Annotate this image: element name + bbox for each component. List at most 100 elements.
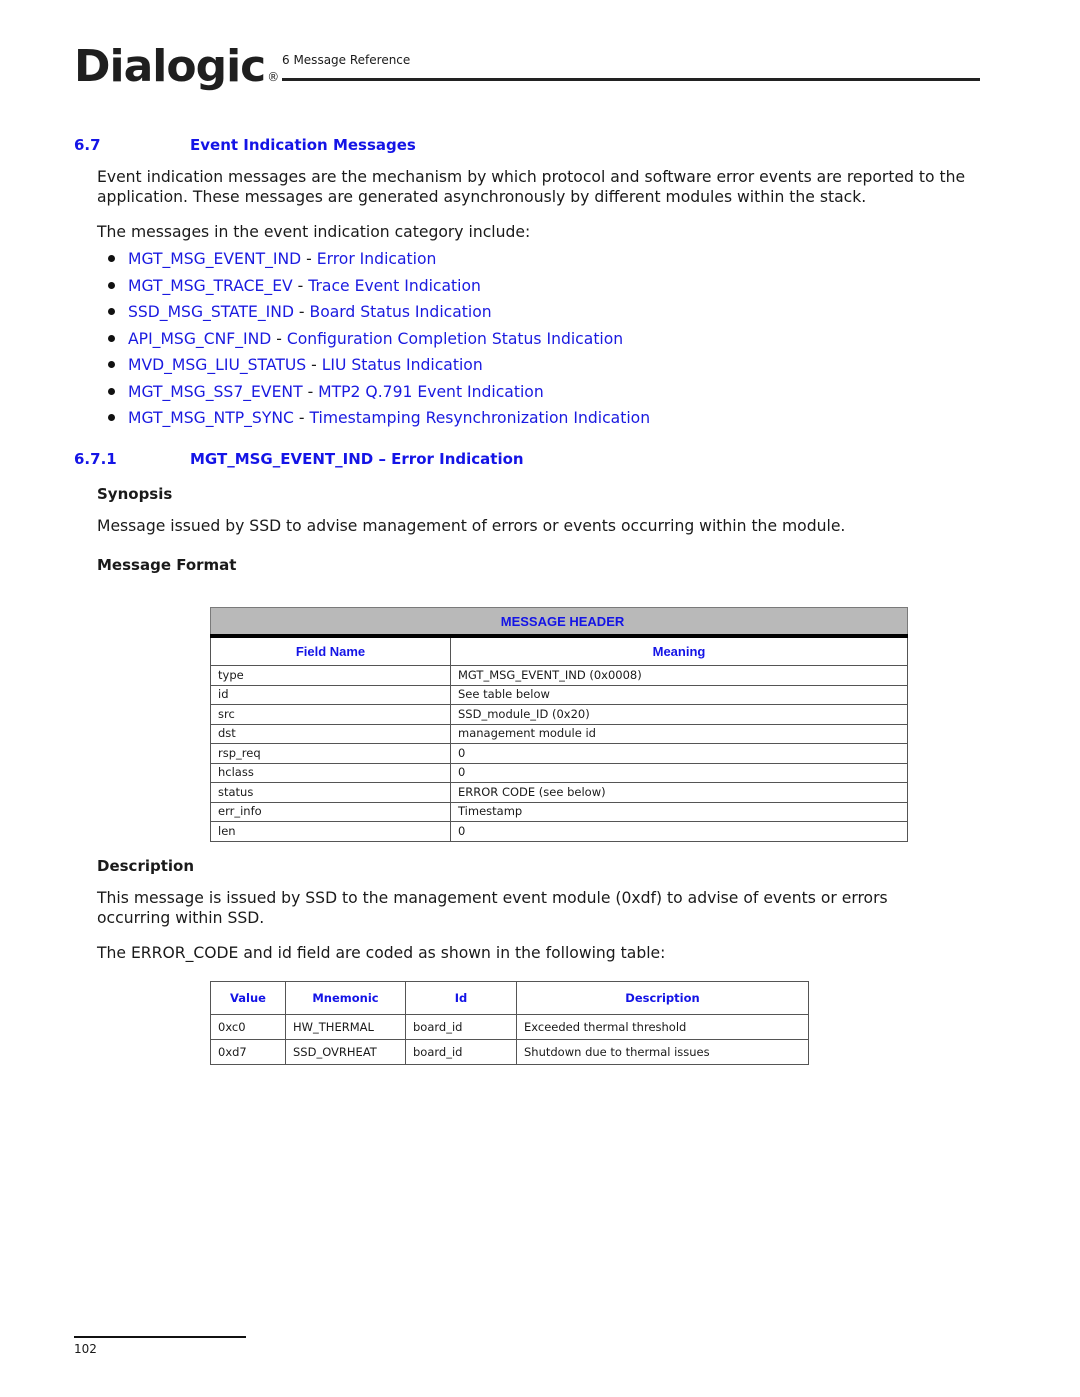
- section-heading: 6.7 Event Indication Messages: [74, 136, 874, 156]
- list-intro: The messages in the event indication cat…: [97, 223, 531, 241]
- registered-mark: ®: [267, 70, 280, 84]
- logo-text: Dialogic: [74, 41, 266, 92]
- bullet-icon: [108, 414, 115, 421]
- description-heading: Description: [97, 857, 195, 875]
- message-list: MGT_MSG_EVENT_IND - Error Indication MGT…: [97, 248, 650, 434]
- table-row: len 0: [210, 821, 908, 842]
- field-name: dst: [210, 723, 451, 744]
- table-row: id See table below: [210, 684, 908, 705]
- field-name: len: [210, 821, 451, 842]
- list-item: MGT_MSG_EVENT_IND - Error Indication: [97, 248, 650, 275]
- description-link[interactable]: LIU Status Indication: [322, 356, 483, 374]
- description-link[interactable]: MTP2 Q.791 Event Indication: [318, 383, 544, 401]
- value-cell: 0xc0: [210, 1014, 286, 1040]
- description-link[interactable]: Board Status Indication: [310, 303, 492, 321]
- bullet-icon: [108, 334, 115, 342]
- message-link[interactable]: API_MSG_CNF_IND: [128, 330, 271, 348]
- subsection-title: MGT_MSG_EVENT_IND – Error Indication: [190, 450, 524, 468]
- description-cell: Exceeded thermal threshold: [516, 1014, 809, 1040]
- running-head: 6 Message Reference: [282, 53, 411, 67]
- field-meaning: management module id: [450, 723, 908, 744]
- bullet-icon: [108, 361, 115, 368]
- table-row: status ERROR CODE (see below): [210, 782, 908, 803]
- column-header: Meaning: [450, 635, 908, 666]
- field-name: src: [210, 704, 451, 725]
- mnemonic-cell: HW_THERMAL: [285, 1014, 406, 1040]
- description-text: This message is issued by SSD to the man…: [97, 889, 888, 927]
- column-header: Id: [405, 981, 517, 1015]
- bullet-icon: [108, 281, 115, 289]
- list-item: MGT_MSG_TRACE_EV - Trace Event Indicatio…: [97, 275, 650, 302]
- field-meaning: SSD_module_ID (0x20): [450, 704, 908, 725]
- separator: -: [302, 382, 319, 401]
- field-name: err_info: [210, 801, 451, 822]
- id-cell: board_id: [405, 1039, 517, 1065]
- table-row: err_info Timestamp: [210, 801, 908, 822]
- description-link[interactable]: Trace Event Indication: [308, 277, 481, 295]
- dialogic-logo: Dialogic ®: [74, 40, 279, 104]
- synopsis-text: Message issued by SSD to advise manageme…: [97, 517, 846, 535]
- separator: -: [293, 409, 310, 427]
- list-item: MVD_MSG_LIU_STATUS - LIU Status Indicati…: [97, 354, 650, 381]
- message-link[interactable]: MGT_MSG_NTP_SYNC: [128, 409, 294, 427]
- section-intro: Event indication messages are the mechan…: [97, 168, 966, 206]
- header-rule: [282, 78, 980, 81]
- field-meaning: 0: [450, 743, 908, 764]
- table-band: MESSAGE HEADER: [210, 607, 908, 638]
- section-number: 6.7: [74, 136, 101, 154]
- column-header: Field Name: [210, 635, 451, 666]
- page-number: 102: [74, 1342, 97, 1356]
- description-link[interactable]: Error Indication: [317, 250, 437, 268]
- field-name: type: [210, 665, 451, 686]
- section-title: Event Indication Messages: [190, 136, 416, 154]
- table-row: src SSD_module_ID (0x20): [210, 704, 908, 725]
- message-format-heading: Message Format: [97, 556, 237, 574]
- table-intro: The ERROR_CODE and id field are coded as…: [97, 944, 666, 962]
- field-meaning: ERROR CODE (see below): [450, 782, 908, 803]
- table-band-row: MESSAGE HEADER: [210, 607, 908, 638]
- separator: -: [271, 329, 287, 348]
- message-link[interactable]: MVD_MSG_LIU_STATUS: [128, 356, 306, 374]
- description-link[interactable]: Configuration Completion Status Indicati…: [287, 330, 623, 348]
- field-name: hclass: [210, 762, 451, 783]
- error-code-table: Value Mnemonic Id Description 0xc0 HW_TH…: [210, 981, 809, 1065]
- table-row: hclass 0: [210, 762, 908, 783]
- list-item: SSD_MSG_STATE_IND - Board Status Indicat…: [97, 301, 650, 328]
- value-cell: 0xd7: [210, 1039, 286, 1065]
- subsection-heading: 6.7.1 MGT_MSG_EVENT_IND – Error Indicati…: [74, 450, 874, 470]
- footer-rule: [74, 1336, 246, 1338]
- bullet-icon: [108, 308, 115, 315]
- table-row: type MGT_MSG_EVENT_IND (0x0008): [210, 665, 908, 686]
- column-header: Description: [516, 981, 809, 1015]
- bullet-icon: [108, 387, 115, 395]
- synopsis-heading: Synopsis: [97, 485, 173, 503]
- field-meaning: 0: [450, 762, 908, 783]
- table-header-row: Value Mnemonic Id Description: [210, 981, 809, 1015]
- column-header: Mnemonic: [285, 981, 406, 1015]
- field-meaning: MGT_MSG_EVENT_IND (0x0008): [450, 665, 908, 686]
- table-row: 0xc0 HW_THERMAL board_id Exceeded therma…: [210, 1014, 809, 1040]
- mnemonic-cell: SSD_OVRHEAT: [285, 1039, 406, 1065]
- table-row: rsp_req 0: [210, 743, 908, 764]
- description-link[interactable]: Timestamping Resynchronization Indicatio…: [309, 409, 650, 427]
- field-meaning: 0: [450, 821, 908, 842]
- list-item: API_MSG_CNF_IND - Configuration Completi…: [97, 328, 650, 355]
- description-cell: Shutdown due to thermal issues: [516, 1039, 809, 1065]
- table-header-row: Field Name Meaning: [210, 635, 908, 666]
- message-link[interactable]: MGT_MSG_TRACE_EV: [128, 277, 293, 295]
- id-cell: board_id: [405, 1014, 517, 1040]
- subsection-number: 6.7.1: [74, 450, 117, 468]
- field-name: status: [210, 782, 451, 803]
- list-item: MGT_MSG_SS7_EVENT - MTP2 Q.791 Event Ind…: [97, 381, 650, 408]
- field-name: id: [210, 684, 451, 705]
- message-link[interactable]: MGT_MSG_SS7_EVENT: [128, 383, 303, 401]
- table-row: dst management module id: [210, 723, 908, 744]
- message-link[interactable]: MGT_MSG_EVENT_IND: [128, 250, 301, 268]
- separator: -: [293, 303, 310, 321]
- message-link[interactable]: SSD_MSG_STATE_IND: [128, 303, 294, 321]
- message-header-table: MESSAGE HEADER Field Name Meaning type MG…: [210, 607, 908, 842]
- separator: -: [292, 276, 309, 295]
- bullet-icon: [108, 255, 115, 262]
- separator: -: [306, 356, 322, 374]
- separator: -: [301, 250, 317, 268]
